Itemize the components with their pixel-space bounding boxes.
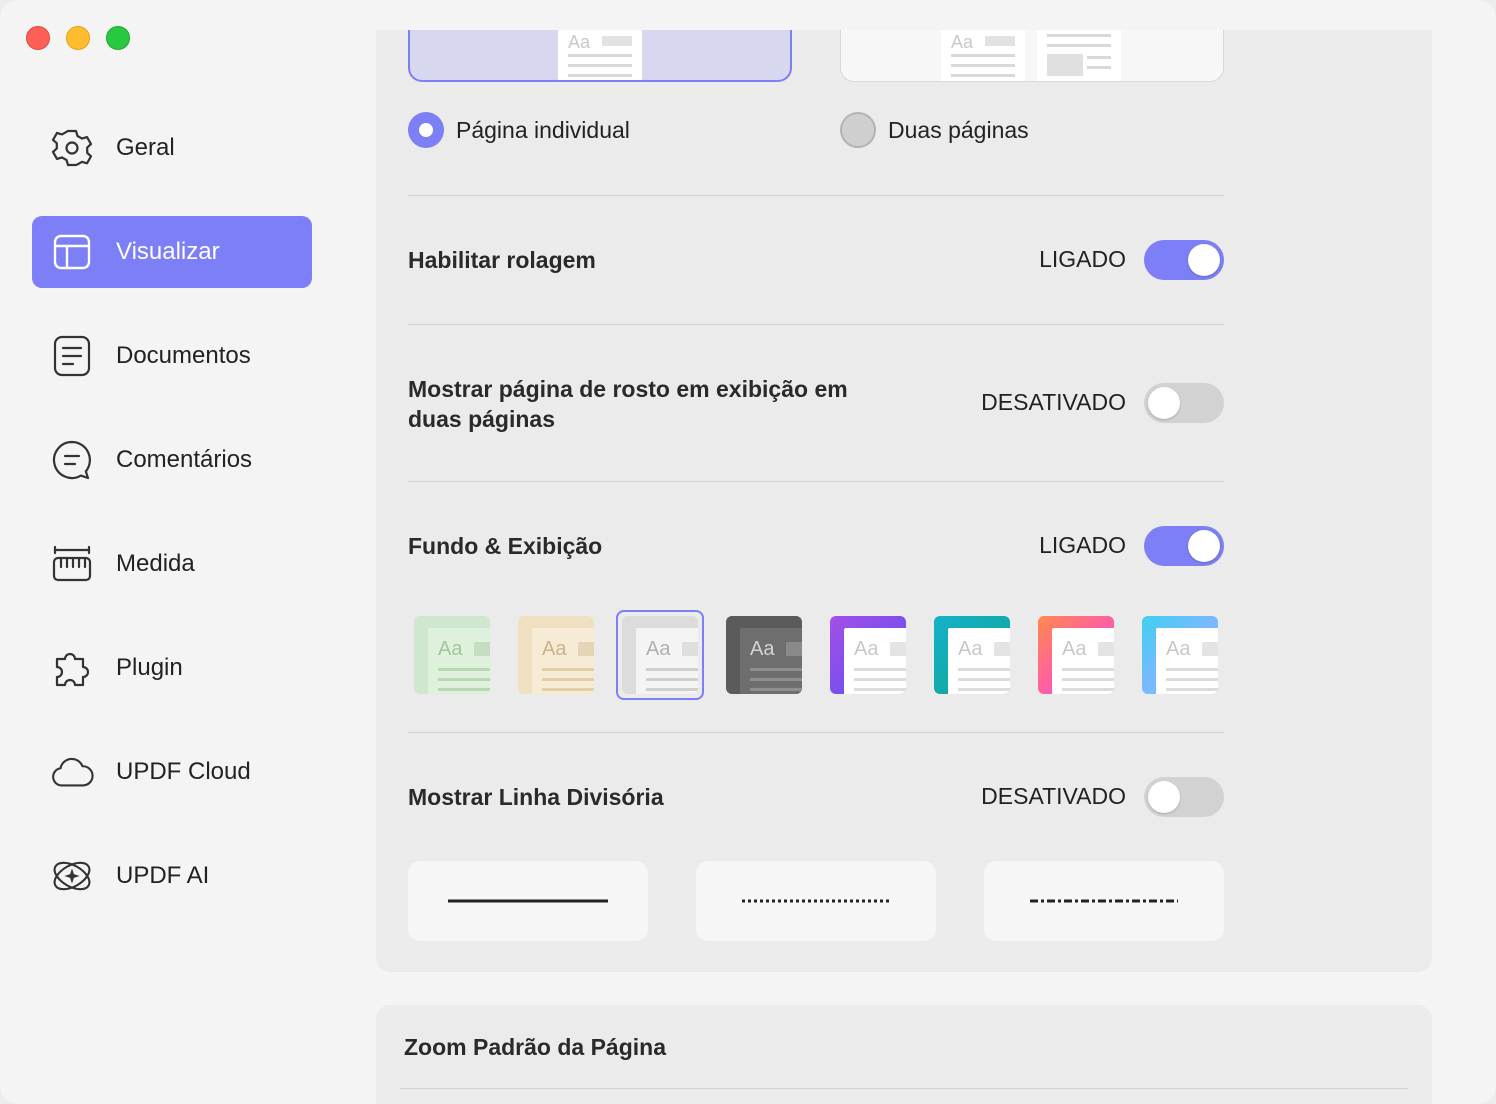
cover-setting-label-line1: Mostrar página de rosto em exibição em <box>408 376 848 402</box>
page-thumbnail <box>1037 30 1121 81</box>
image-placeholder-icon <box>602 36 632 46</box>
cover-status: DESATIVADO <box>981 389 1126 415</box>
ruler-icon <box>50 542 94 586</box>
divider-setting-label: Mostrar Linha Divisória <box>408 784 664 810</box>
section-divider <box>408 481 1224 482</box>
gear-icon <box>50 126 94 170</box>
sidebar-item-label: Documentos <box>116 342 251 369</box>
two-pages-label: Duas páginas <box>888 116 1029 143</box>
zoom-section-title: Zoom Padrão da Página <box>404 1034 666 1060</box>
background-toggle[interactable] <box>1144 526 1224 566</box>
sidebar-item-label: Plugin <box>116 654 183 681</box>
background-status: LIGADO <box>1039 532 1126 558</box>
theme-gradient-pink[interactable]: Aa <box>1038 616 1114 694</box>
sidebar-item-label: Visualizar <box>116 238 220 265</box>
page-thumbnail: Aa <box>558 30 642 80</box>
two-pages-option[interactable]: Duas páginas <box>840 112 1029 148</box>
image-placeholder-icon <box>1047 54 1083 76</box>
ai-icon <box>50 854 94 898</box>
sidebar-item-visualizar[interactable]: Visualizar <box>32 216 312 288</box>
two-page-layout-card[interactable]: Aa <box>840 30 1224 82</box>
sidebar-item-geral[interactable]: Geral <box>32 112 312 184</box>
thumbnail-text: Aa <box>568 32 591 52</box>
theme-green[interactable]: Aa <box>414 616 490 694</box>
sidebar-item-label: UPDF AI <box>116 862 210 889</box>
section-divider <box>408 732 1224 733</box>
preferences-window: Geral Visualizar Documentos Comentários … <box>0 0 1496 1104</box>
single-page-label: Página individual <box>456 116 630 143</box>
sidebar-item-comentarios[interactable]: Comentários <box>32 424 312 496</box>
dotted-line-icon <box>742 899 890 903</box>
section-divider <box>400 1088 1408 1089</box>
theme-gradient-cyan[interactable]: Aa <box>1142 616 1218 694</box>
comment-icon <box>50 438 94 482</box>
sidebar-item-updf-cloud[interactable]: UPDF Cloud <box>32 736 312 808</box>
sidebar-item-documentos[interactable]: Documentos <box>32 320 312 392</box>
theme-light-gray[interactable]: Aa <box>622 616 698 694</box>
divider-style-dashdot-button[interactable] <box>984 861 1224 941</box>
single-page-radio[interactable] <box>408 112 444 148</box>
cover-setting-label-line2: duas páginas <box>408 406 555 432</box>
sidebar-item-medida[interactable]: Medida <box>32 528 312 600</box>
section-divider <box>408 195 1224 196</box>
layout-icon <box>50 230 94 274</box>
scroll-setting-label: Habilitar rolagem <box>408 247 596 273</box>
divider-toggle[interactable] <box>1144 777 1224 817</box>
cover-toggle[interactable] <box>1144 383 1224 423</box>
view-settings-panel <box>376 30 1432 972</box>
two-pages-radio[interactable] <box>840 112 876 148</box>
scroll-status: LIGADO <box>1039 246 1126 272</box>
document-icon <box>50 334 94 378</box>
single-page-layout-card[interactable]: Aa <box>408 30 792 82</box>
puzzle-icon <box>50 646 94 690</box>
sidebar-item-label: UPDF Cloud <box>116 758 251 785</box>
sidebar-item-label: Geral <box>116 134 175 161</box>
divider-style-dotted-button[interactable] <box>696 861 936 941</box>
cloud-icon <box>50 750 94 794</box>
theme-purple[interactable]: Aa <box>830 616 906 694</box>
sidebar-item-label: Comentários <box>116 446 253 473</box>
divider-style-solid-button[interactable] <box>408 861 648 941</box>
solid-line-icon <box>448 899 608 903</box>
theme-teal[interactable]: Aa <box>934 616 1010 694</box>
page-thumbnail: Aa <box>941 30 1025 81</box>
single-page-option[interactable]: Página individual <box>408 112 630 148</box>
sidebar-item-label: Medida <box>116 550 195 577</box>
sidebar: Geral Visualizar Documentos Comentários … <box>0 0 344 1104</box>
image-placeholder-icon <box>985 36 1015 46</box>
theme-dark-gray[interactable]: Aa <box>726 616 802 694</box>
dash-dot-line-icon <box>1030 899 1178 903</box>
section-divider <box>408 324 1224 325</box>
divider-status: DESATIVADO <box>981 783 1126 809</box>
thumbnail-text: Aa <box>951 32 974 52</box>
scroll-toggle[interactable] <box>1144 240 1224 280</box>
theme-beige[interactable]: Aa <box>518 616 594 694</box>
sidebar-item-updf-ai[interactable]: UPDF AI <box>32 840 312 912</box>
background-setting-label: Fundo & Exibição <box>408 533 603 559</box>
sidebar-item-plugin[interactable]: Plugin <box>32 632 312 704</box>
